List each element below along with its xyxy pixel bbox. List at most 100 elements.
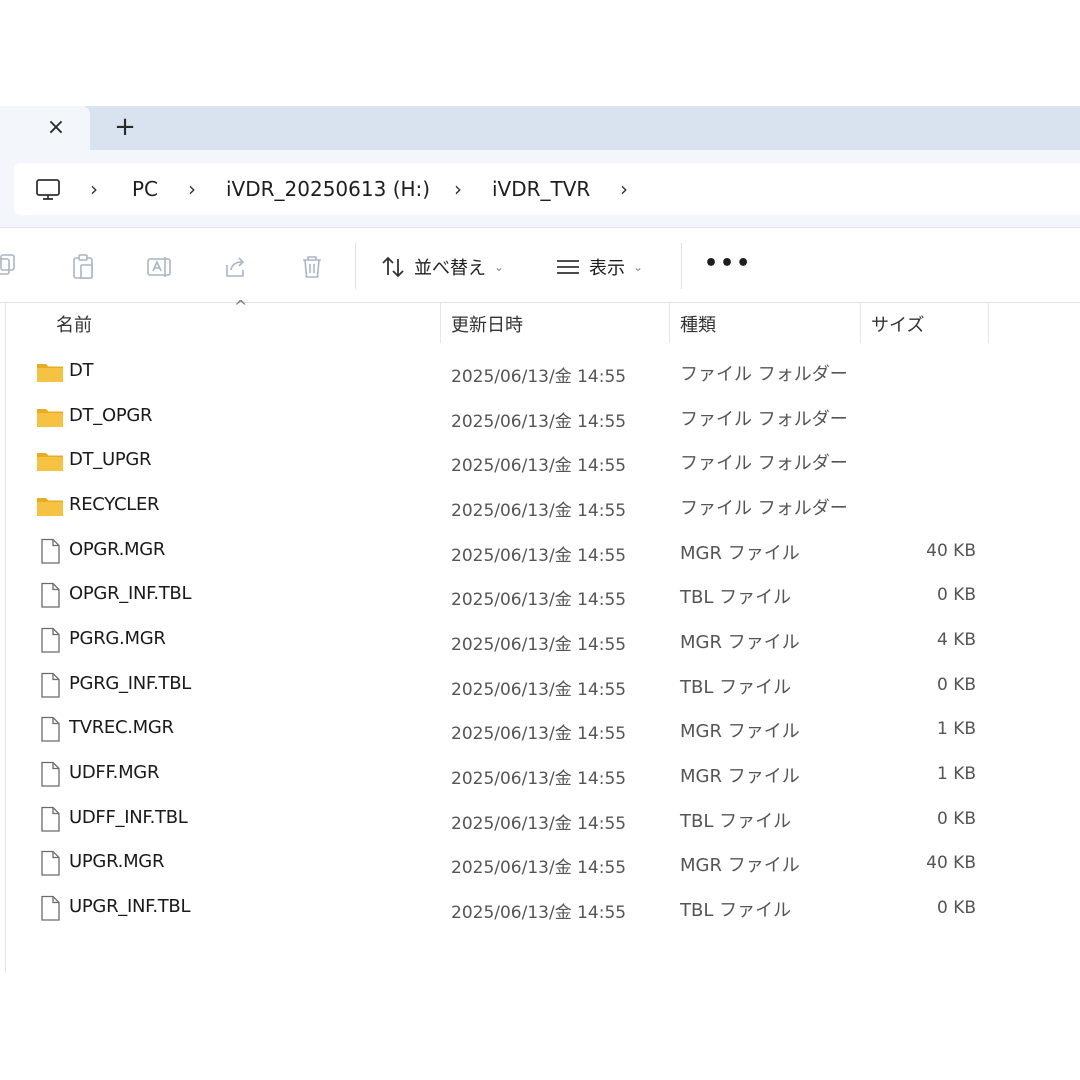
file-modified: 2025/06/13/金 14:55 bbox=[451, 500, 627, 521]
tab-active[interactable]: × bbox=[0, 106, 90, 150]
file-name[interactable]: UPGR_INF.TBL bbox=[69, 896, 191, 917]
sort-up-icon: ^ bbox=[234, 297, 248, 316]
file-type: MGR ファイル bbox=[680, 542, 800, 564]
column-divider[interactable] bbox=[988, 303, 989, 343]
file-size: 1 KB bbox=[936, 719, 976, 740]
chevron-right-icon[interactable]: › bbox=[188, 177, 196, 201]
computer-icon[interactable] bbox=[34, 176, 62, 204]
column-divider[interactable] bbox=[860, 303, 861, 343]
folder-icon bbox=[36, 492, 64, 520]
column-header-type[interactable]: 種類 bbox=[680, 311, 716, 337]
file-row[interactable]: UDFF.MGR 2025/06/13/金 14:55 MGR ファイル 1 KB bbox=[0, 752, 1080, 796]
file-row[interactable]: OPGR_INF.TBL 2025/06/13/金 14:55 TBL ファイル 0 … bbox=[0, 573, 1080, 617]
file-row[interactable]: DT 2025/06/13/金 14:55 ファイル フォルダー bbox=[0, 350, 1080, 394]
file-name[interactable]: DT bbox=[69, 360, 94, 381]
file-row[interactable]: PGRG_INF.TBL 2025/06/13/金 14:55 TBL ファイル 0 … bbox=[0, 663, 1080, 707]
file-row[interactable]: DT_OPGR 2025/06/13/金 14:55 ファイル フォルダー bbox=[0, 395, 1080, 439]
paste-icon[interactable] bbox=[70, 253, 98, 281]
sort-button[interactable]: 並べ替え ⌄ bbox=[380, 251, 504, 283]
view-label: 表示 bbox=[589, 258, 625, 279]
breadcrumb-item-drive[interactable]: iVDR_20250613 (H:) bbox=[226, 177, 430, 201]
more-options-button[interactable]: ••• bbox=[704, 251, 752, 276]
chevron-right-icon[interactable]: › bbox=[620, 177, 628, 201]
file-type: MGR ファイル bbox=[680, 855, 800, 877]
file-size: 0 KB bbox=[936, 585, 976, 606]
file-icon bbox=[36, 849, 64, 877]
rename-icon[interactable] bbox=[146, 253, 174, 281]
file-modified: 2025/06/13/金 14:55 bbox=[451, 813, 627, 834]
command-separator bbox=[681, 243, 682, 289]
folder-icon bbox=[36, 403, 64, 431]
file-size: 0 KB bbox=[936, 808, 976, 829]
breadcrumb-item-folder[interactable]: iVDR_TVR bbox=[492, 177, 590, 201]
file-type: TBL ファイル bbox=[680, 676, 792, 698]
file-modified: 2025/06/13/金 14:55 bbox=[451, 590, 627, 611]
file-size: 4 KB bbox=[936, 629, 976, 650]
command-separator bbox=[355, 243, 356, 289]
column-divider[interactable] bbox=[669, 303, 670, 343]
file-name[interactable]: DT_UPGR bbox=[69, 449, 152, 470]
file-name[interactable]: DT_OPGR bbox=[69, 405, 153, 426]
file-icon bbox=[36, 671, 64, 699]
folder-icon bbox=[36, 358, 64, 386]
file-name[interactable]: OPGR_INF.TBL bbox=[69, 583, 192, 604]
file-size: 40 KB bbox=[926, 853, 976, 874]
file-row[interactable]: UDFF_INF.TBL 2025/06/13/金 14:55 TBL ファイル 0 … bbox=[0, 797, 1080, 841]
file-icon bbox=[36, 760, 64, 788]
file-type: ファイル フォルダー bbox=[680, 364, 848, 385]
share-icon[interactable] bbox=[222, 253, 250, 281]
file-row[interactable]: UPGR_INF.TBL 2025/06/13/金 14:55 TBL ファイル 0 … bbox=[0, 886, 1080, 930]
file-row[interactable]: TVREC.MGR 2025/06/13/金 14:55 MGR ファイル 1 KB bbox=[0, 707, 1080, 751]
column-header-size[interactable]: サイズ bbox=[871, 311, 924, 337]
file-name[interactable]: UDFF_INF.TBL bbox=[69, 807, 188, 828]
file-size: 1 KB bbox=[936, 763, 976, 784]
file-type: ファイル フォルダー bbox=[680, 408, 848, 430]
view-button[interactable]: 表示 ⌄ bbox=[555, 251, 643, 283]
file-name[interactable]: OPGR.MGR bbox=[69, 539, 165, 560]
file-icon bbox=[36, 805, 64, 833]
file-modified: 2025/06/13/金 14:55 bbox=[451, 858, 627, 879]
file-row[interactable]: PGRG.MGR 2025/06/13/金 14:55 MGR ファイル 4 KB bbox=[0, 618, 1080, 662]
tab-strip: × + bbox=[0, 106, 1080, 150]
file-modified: 2025/06/13/金 14:55 bbox=[451, 724, 627, 745]
column-header-name[interactable]: 名前 bbox=[56, 311, 92, 337]
file-name[interactable]: PGRG.MGR bbox=[69, 628, 166, 649]
file-size: 40 KB bbox=[926, 540, 976, 561]
file-row[interactable]: UPGR.MGR 2025/06/13/金 14:55 MGR ファイル 40 KB bbox=[0, 841, 1080, 885]
address-bar[interactable]: › PC › iVDR_20250613 (H:) › iVDR_TVR › bbox=[14, 163, 1080, 215]
file-modified: 2025/06/13/金 14:55 bbox=[451, 902, 627, 923]
file-icon bbox=[36, 626, 64, 654]
file-modified: 2025/06/13/金 14:55 bbox=[451, 456, 627, 477]
file-name[interactable]: PGRG_INF.TBL bbox=[69, 673, 191, 694]
chevron-down-icon: ⌄ bbox=[633, 260, 644, 274]
copy-icon[interactable] bbox=[0, 253, 18, 281]
file-name[interactable]: TVREC.MGR bbox=[69, 717, 174, 738]
file-row[interactable]: OPGR.MGR 2025/06/13/金 14:55 MGR ファイル 40 KB bbox=[0, 529, 1080, 573]
file-type: TBL ファイル bbox=[680, 587, 792, 609]
address-bar-area: › PC › iVDR_20250613 (H:) › iVDR_TVR › bbox=[0, 150, 1080, 228]
column-header-modified[interactable]: 更新日時 bbox=[451, 311, 523, 337]
file-name[interactable]: UDFF.MGR bbox=[69, 762, 159, 783]
file-modified: 2025/06/13/金 14:55 bbox=[451, 545, 627, 566]
file-size: 0 KB bbox=[936, 674, 976, 695]
sort-label: 並べ替え bbox=[414, 258, 486, 279]
file-type: ファイル フォルダー bbox=[680, 497, 848, 519]
file-icon bbox=[36, 581, 64, 609]
column-divider[interactable] bbox=[440, 303, 441, 343]
breadcrumb-item-pc[interactable]: PC bbox=[132, 177, 158, 201]
file-name[interactable]: UPGR.MGR bbox=[69, 851, 164, 872]
chevron-right-icon[interactable]: › bbox=[90, 177, 98, 201]
folder-icon bbox=[36, 447, 64, 475]
close-icon[interactable]: × bbox=[44, 116, 68, 140]
delete-icon[interactable] bbox=[298, 253, 326, 281]
command-bar: 並べ替え ⌄ 表示 ⌄ ••• bbox=[0, 229, 1080, 303]
file-type: TBL ファイル bbox=[680, 899, 792, 921]
file-type: ファイル フォルダー bbox=[680, 453, 848, 475]
file-size: 0 KB bbox=[936, 897, 976, 918]
file-row[interactable]: RECYCLER 2025/06/13/金 14:55 ファイル フォルダー bbox=[0, 484, 1080, 528]
file-modified: 2025/06/13/金 14:55 bbox=[451, 367, 627, 387]
file-row[interactable]: DT_UPGR 2025/06/13/金 14:55 ファイル フォルダー bbox=[0, 439, 1080, 483]
file-name[interactable]: RECYCLER bbox=[69, 494, 160, 515]
plus-icon[interactable]: + bbox=[113, 114, 137, 140]
chevron-right-icon[interactable]: › bbox=[454, 177, 462, 201]
